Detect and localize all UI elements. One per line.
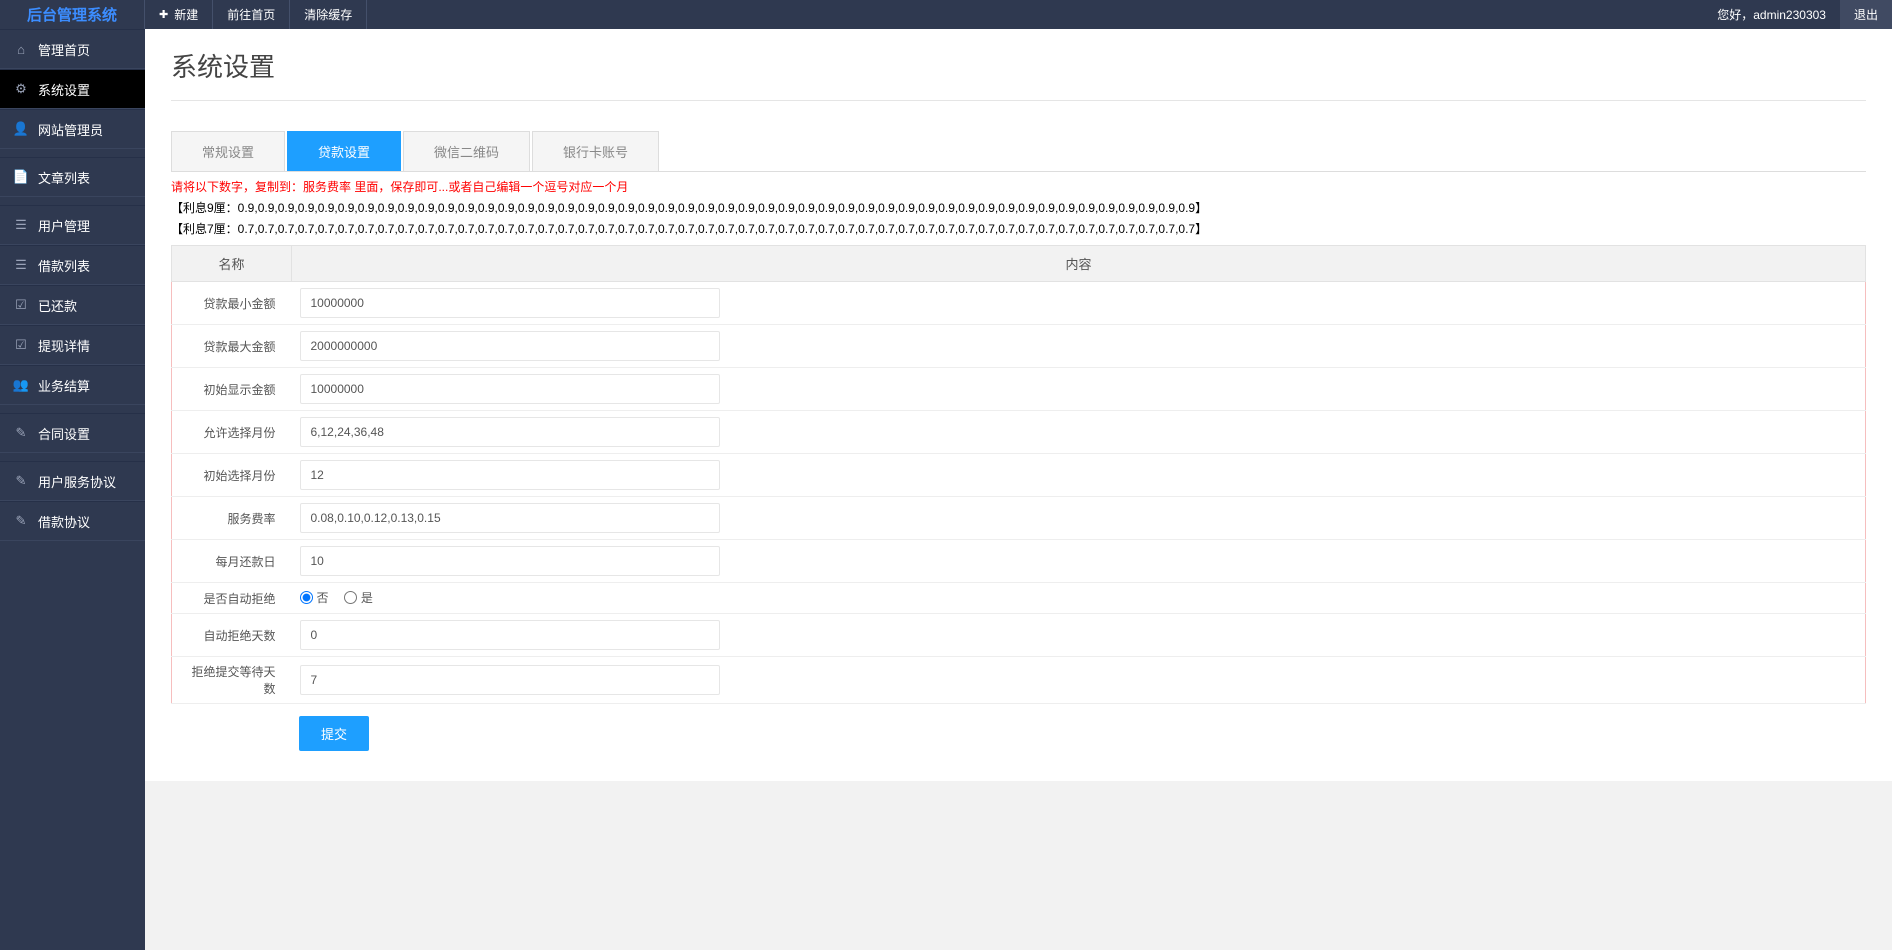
sidebar-item-loans-label: 借款列表: [38, 256, 90, 275]
topnav-clear-cache[interactable]: 清除缓存: [290, 0, 367, 29]
sidebar-item-dashboard-icon: ⌂: [12, 42, 30, 57]
sidebar-item-articles-label: 文章列表: [38, 168, 90, 187]
greeting: 您好，admin230303: [1703, 0, 1840, 29]
sidebar-item-system-settings-label: 系统设置: [38, 80, 90, 99]
sidebar-item-system-settings[interactable]: ⚙ 系统设置: [0, 69, 145, 109]
input-reject-days[interactable]: [300, 620, 720, 650]
th-content: 内容: [292, 246, 1866, 282]
sidebar-item-user-agreement-label: 用户服务协议: [38, 472, 116, 491]
topnav-home[interactable]: 前往首页: [213, 0, 290, 29]
sidebar-item-loan-agreement-icon: ✎: [12, 513, 30, 529]
sidebar-item-system-settings-icon: ⚙: [12, 81, 30, 97]
sidebar-item-users[interactable]: ☰ 用户管理: [0, 205, 145, 245]
label-fee-rate: 服务费率: [172, 497, 292, 540]
help-text-2: 【利息9厘：0.9,0.9,0.9,0.9,0.9,0.9,0.9,0.9,0.…: [171, 197, 1866, 218]
sidebar-item-repaid-label: 已还款: [38, 296, 77, 315]
label-max-amount: 贷款最大金额: [172, 325, 292, 368]
sidebar-item-admins-label: 网站管理员: [38, 120, 103, 139]
topnav-new[interactable]: 新建: [145, 0, 213, 29]
label-auto-reject: 是否自动拒绝: [172, 583, 292, 614]
sidebar-item-withdraw[interactable]: ☑ 提现详情: [0, 325, 145, 365]
sidebar-item-dashboard[interactable]: ⌂ 管理首页: [0, 29, 145, 69]
topnav: 新建 前往首页 清除缓存: [145, 0, 1703, 29]
sidebar-item-users-label: 用户管理: [38, 216, 90, 235]
label-init-amount: 初始显示金额: [172, 368, 292, 411]
input-max-amount[interactable]: [300, 331, 720, 361]
sidebar-item-settlement-label: 业务结算: [38, 376, 90, 395]
sidebar-item-admins-icon: 👤: [12, 121, 30, 137]
page-title: 系统设置: [171, 47, 1866, 101]
topright: 您好，admin230303 退出: [1703, 0, 1892, 29]
sidebar-item-dashboard-label: 管理首页: [38, 40, 90, 59]
sidebar-item-articles[interactable]: 📄 文章列表: [0, 157, 145, 197]
settings-table: 名称 内容 贷款最小金额 贷款最大金额 初始显示金额: [171, 245, 1866, 704]
label-months-opts: 允许选择月份: [172, 411, 292, 454]
sidebar-item-repaid-icon: ☑: [12, 297, 30, 313]
sidebar: ⌂ 管理首页 ⚙ 系统设置 👤 网站管理员 📄 文章列表 ☰ 用户管理 ☰ 借款列表 ☑ 已还款 ☑ 提现详情…: [0, 29, 145, 950]
logo[interactable]: 后台管理系统: [0, 0, 145, 29]
logout-button[interactable]: 退出: [1840, 0, 1892, 29]
sidebar-item-loans[interactable]: ☰ 借款列表: [0, 245, 145, 285]
sidebar-item-settlement[interactable]: 👥 业务结算: [0, 365, 145, 405]
sidebar-item-loans-icon: ☰: [12, 257, 30, 273]
sidebar-item-user-agreement[interactable]: ✎ 用户服务协议: [0, 461, 145, 501]
sidebar-item-settlement-icon: 👥: [12, 377, 30, 393]
label-months-init: 初始选择月份: [172, 454, 292, 497]
help-text-1: 请将以下数字，复制到：服务费率 里面，保存即可...或者自己编辑一个逗号对应一个…: [171, 172, 1866, 197]
sidebar-item-repaid[interactable]: ☑ 已还款: [0, 285, 145, 325]
tabs: 常规设置贷款设置微信二维码银行卡账号: [171, 131, 1866, 172]
sidebar-item-contract[interactable]: ✎ 合同设置: [0, 413, 145, 453]
input-fee-rate[interactable]: [300, 503, 720, 533]
topbar: 后台管理系统 新建 前往首页 清除缓存 您好，admin230303 退出: [0, 0, 1892, 29]
tab-loan[interactable]: 贷款设置: [287, 131, 401, 171]
radio-auto-reject-no[interactable]: [300, 591, 313, 604]
input-min-amount[interactable]: [300, 288, 720, 318]
th-name: 名称: [172, 246, 292, 282]
help-text-3: 【利息7厘：0.7,0.7,0.7,0.7,0.7,0.7,0.7,0.7,0.…: [171, 218, 1866, 239]
tab-general[interactable]: 常规设置: [171, 131, 285, 171]
input-months-init[interactable]: [300, 460, 720, 490]
sidebar-item-articles-icon: 📄: [12, 169, 30, 185]
sidebar-item-withdraw-icon: ☑: [12, 337, 30, 353]
sidebar-item-contract-icon: ✎: [12, 425, 30, 441]
sidebar-item-user-agreement-icon: ✎: [12, 473, 30, 489]
tab-wechat-qr[interactable]: 微信二维码: [403, 131, 530, 171]
sidebar-item-admins[interactable]: 👤 网站管理员: [0, 109, 145, 149]
main-content: 系统设置 常规设置贷款设置微信二维码银行卡账号 请将以下数字，复制到：服务费率 …: [145, 29, 1892, 950]
sidebar-item-withdraw-label: 提现详情: [38, 336, 90, 355]
sidebar-item-users-icon: ☰: [12, 217, 30, 233]
tab-bank[interactable]: 银行卡账号: [532, 131, 659, 171]
label-reject-days: 自动拒绝天数: [172, 614, 292, 657]
sidebar-item-loan-agreement-label: 借款协议: [38, 512, 90, 531]
radio-group-auto-reject: 否 是: [300, 589, 1858, 607]
input-init-amount[interactable]: [300, 374, 720, 404]
input-repay-day[interactable]: [300, 546, 720, 576]
label-min-amount: 贷款最小金额: [172, 282, 292, 325]
sidebar-item-loan-agreement[interactable]: ✎ 借款协议: [0, 501, 145, 541]
submit-button[interactable]: 提交: [299, 716, 369, 751]
label-wait-days: 拒绝提交等待天数: [172, 657, 292, 704]
input-wait-days[interactable]: [300, 665, 720, 695]
radio-auto-reject-yes[interactable]: [344, 591, 357, 604]
input-months-opts[interactable]: [300, 417, 720, 447]
label-repay-day: 每月还款日: [172, 540, 292, 583]
sidebar-item-contract-label: 合同设置: [38, 424, 90, 443]
